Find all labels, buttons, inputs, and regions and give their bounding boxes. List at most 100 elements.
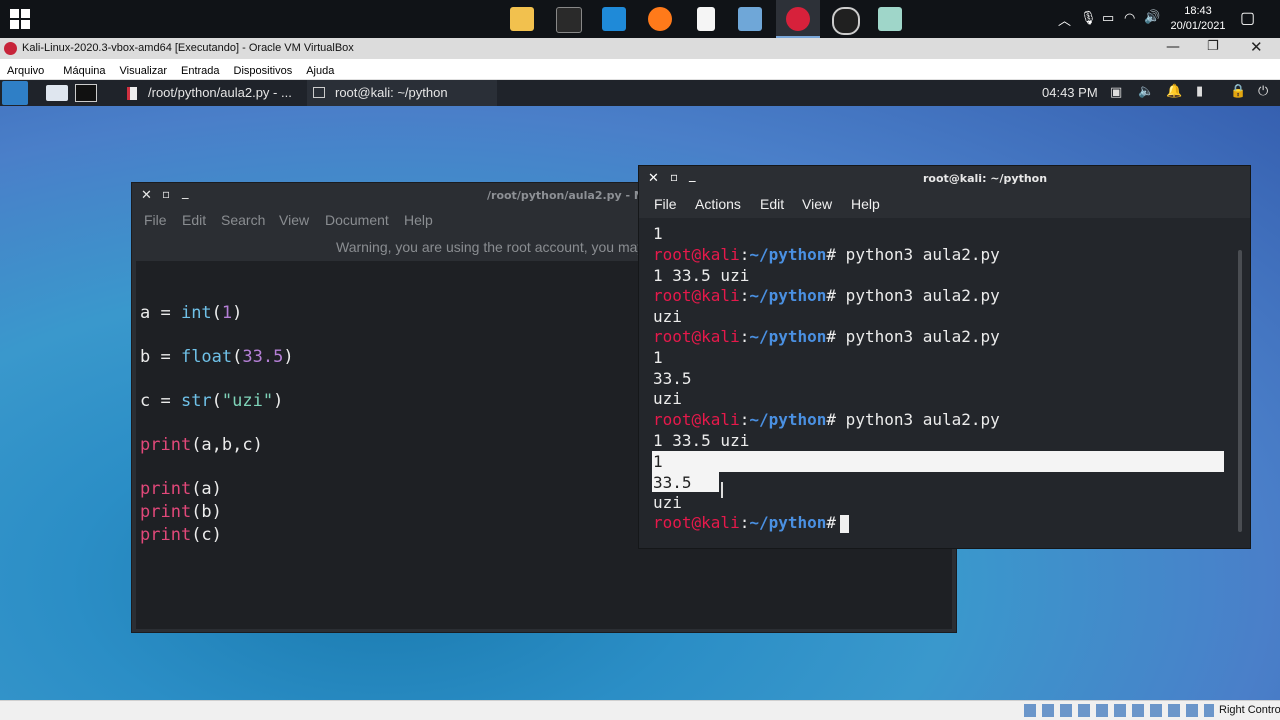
firefox-icon[interactable]: [648, 7, 672, 31]
term-menu-actions[interactable]: Actions: [695, 196, 741, 212]
terminal-line: uzi: [653, 493, 682, 512]
terminal-line-selected: 33.5: [653, 473, 692, 492]
prompt-line: root@kali:~/python#: [653, 513, 836, 532]
term-menu-file[interactable]: File: [654, 196, 677, 212]
term-close-icon[interactable]: ✕: [648, 171, 659, 186]
restore-icon[interactable]: ❐: [1207, 39, 1219, 54]
panel-clock[interactable]: 04:43 PM: [1042, 80, 1098, 106]
terminal-line: 1: [653, 348, 663, 367]
prompt-hash: #: [826, 513, 837, 532]
mp-maximize-icon[interactable]: ▫: [162, 187, 170, 201]
speaker-icon[interactable]: 🔈: [1138, 84, 1154, 99]
code-token: ): [283, 347, 294, 367]
clock-date[interactable]: 20/01/2021: [1170, 20, 1226, 32]
mp-menu-search[interactable]: Search: [221, 212, 265, 228]
menu-maquina[interactable]: Máquina: [51, 61, 112, 77]
mp-close-icon[interactable]: ✕: [141, 188, 152, 203]
host-key-label: Right Control: [1219, 704, 1280, 716]
selection-highlight: [652, 451, 1224, 472]
vbox-statusbar: Right Control: [0, 700, 1280, 720]
wifi-icon[interactable]: ◠: [1124, 10, 1135, 26]
menu-dispositivos[interactable]: Dispositivos: [227, 61, 300, 77]
code-token: print: [140, 435, 192, 455]
windows-start-icon[interactable]: [10, 9, 30, 29]
taskbar-tab-mousepad[interactable]: /root/python/aula2.py - ...: [148, 80, 292, 106]
code-token: c =: [140, 391, 181, 411]
mp-menu-view[interactable]: View: [279, 212, 309, 228]
vbox-title-text: Kali-Linux-2020.3-vbox-amd64 [Executando…: [22, 42, 354, 54]
prompt-sep: :: [739, 286, 750, 305]
prompt-user: root@kali: [653, 245, 740, 264]
terminal-icon[interactable]: [75, 84, 97, 102]
prompt-sep: :: [739, 245, 750, 264]
terminal-tab-icon: [313, 87, 325, 98]
term-menu-help[interactable]: Help: [851, 196, 880, 212]
terminal-window: ✕ ▫ _ root@kali: ~/python File Actions E…: [638, 165, 1251, 549]
root-warning-text: Warning, you are using the root account,…: [336, 239, 645, 255]
mp-menu-edit[interactable]: Edit: [182, 212, 206, 228]
lock-icon[interactable]: 🔒: [1230, 84, 1246, 99]
terminal-output[interactable]: 1 root@kali:~/python# python3 aula2.py 1…: [639, 218, 1250, 548]
notepad-icon[interactable]: [697, 7, 715, 31]
term-menu-view[interactable]: View: [802, 196, 832, 212]
code-line: a = int(1): [140, 303, 242, 323]
prompt-hash: #: [826, 245, 837, 264]
files-icon[interactable]: [46, 85, 68, 101]
code-token: b =: [140, 347, 181, 367]
code-line: print(a,b,c): [140, 435, 263, 455]
terminal-line: 1 33.5 uzi: [653, 431, 750, 450]
mp-menu-help[interactable]: Help: [404, 212, 433, 228]
vscode-icon[interactable]: [602, 7, 626, 31]
prompt-user: root@kali: [653, 410, 740, 429]
prompt-user: root@kali: [653, 286, 740, 305]
prompt-user: root@kali: [653, 513, 740, 532]
notification-icon[interactable]: ▢: [1240, 8, 1255, 28]
menu-ajuda[interactable]: Ajuda: [299, 61, 341, 77]
menu-entrada[interactable]: Entrada: [174, 61, 227, 77]
terminal-line: 33.5: [653, 369, 692, 388]
chevron-up-icon[interactable]: ︿: [1058, 10, 1071, 29]
prompt-user: root@kali: [653, 327, 740, 346]
terminal-line: 1: [653, 224, 663, 243]
minimize-icon[interactable]: —: [1166, 39, 1180, 55]
prompt-hash: #: [826, 410, 837, 429]
code-token: (a): [191, 479, 222, 499]
taskbar-tab-terminal[interactable]: root@kali: ~/python: [335, 80, 448, 106]
code-token: a =: [140, 303, 181, 323]
code-token: print: [140, 479, 192, 499]
term-maximize-icon[interactable]: ▫: [670, 170, 678, 184]
cmd-icon[interactable]: [556, 7, 582, 33]
prompt-line: root@kali:~/python# python3 aula2.py: [653, 410, 1000, 429]
virtualbox-icon[interactable]: [738, 7, 762, 31]
display-icon[interactable]: ▣: [1110, 85, 1122, 100]
battery-icon[interactable]: ▭: [1102, 10, 1114, 26]
obs-icon[interactable]: [832, 7, 860, 35]
menu-arquivo[interactable]: Arquivo: [0, 61, 51, 77]
close-icon[interactable]: ✕: [1250, 38, 1263, 56]
mp-minimize-icon[interactable]: _: [182, 185, 189, 200]
menu-visualizar[interactable]: Visualizar: [113, 61, 175, 77]
power-battery-icon[interactable]: ▮: [1196, 84, 1203, 99]
windows-taskbar: ︿ 🎙 ▭ ◠ 🔊 18:43 20/01/2021 ▢: [0, 0, 1280, 38]
logout-icon[interactable]: ⏻: [1258, 84, 1268, 99]
prompt-path: ~/python: [749, 327, 827, 346]
debian-icon[interactable]: [786, 7, 810, 31]
clock-time[interactable]: 18:43: [1170, 5, 1226, 17]
editor-tab-icon: [127, 87, 137, 100]
mp-menu-document[interactable]: Document: [325, 212, 389, 228]
code-token: print: [140, 525, 192, 545]
app-icon[interactable]: [878, 7, 902, 31]
term-menu-edit[interactable]: Edit: [760, 196, 784, 212]
bell-icon[interactable]: 🔔: [1166, 84, 1182, 99]
code-token: ): [273, 391, 284, 411]
code-line: print(b): [140, 502, 222, 522]
term-minimize-icon[interactable]: _: [689, 168, 696, 183]
code-token: (a,b,c): [191, 435, 263, 455]
kali-menu-icon[interactable]: [2, 81, 28, 105]
microphone-icon[interactable]: 🎙: [1080, 10, 1097, 26]
file-explorer-icon[interactable]: [510, 7, 534, 31]
volume-icon[interactable]: 🔊: [1144, 9, 1160, 25]
terminal-title: root@kali: ~/python: [923, 172, 1048, 185]
mp-menu-file[interactable]: File: [144, 212, 167, 228]
terminal-scrollbar[interactable]: [1238, 250, 1242, 532]
